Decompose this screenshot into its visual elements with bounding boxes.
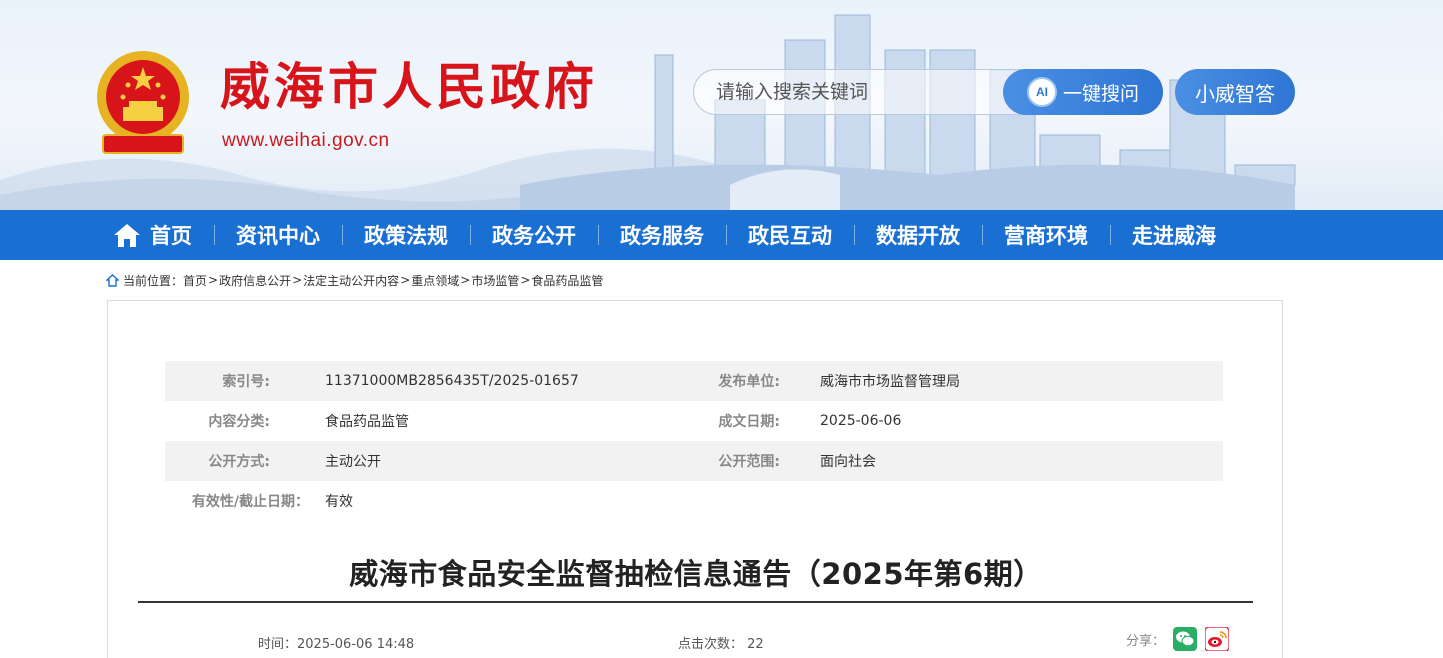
metadata-row: 内容分类: 食品药品监管 成文日期: 2025-06-06 bbox=[165, 401, 1223, 441]
main-nav: 首页 资讯中心 政策法规 政务公开 政务服务 政民互动 数据开放 营商环境 走进… bbox=[0, 210, 1443, 260]
publisher-value: 威海市市场监督管理局 bbox=[820, 374, 960, 390]
national-emblem-icon bbox=[97, 51, 189, 154]
metadata-row: 有效性/截止日期： 有效 bbox=[165, 481, 1223, 521]
validity-value: 有效 bbox=[325, 494, 353, 510]
nav-item-open-data[interactable]: 数据开放 bbox=[854, 210, 982, 260]
index-value: 11371000MB2856435T/2025-01657 bbox=[325, 373, 579, 389]
breadcrumb-item[interactable]: 首页 bbox=[183, 272, 207, 289]
ai-search-button-label: 一键搜问 bbox=[1062, 82, 1139, 105]
ai-search-button[interactable]: AI 一键搜问 bbox=[1003, 69, 1163, 115]
scope-label: 公开范围: bbox=[718, 454, 780, 470]
metadata-row: 索引号: 11371000MB2856435T/2025-01657 发布单位:… bbox=[165, 361, 1223, 401]
nav-item-public-affairs[interactable]: 政务公开 bbox=[470, 210, 598, 260]
breadcrumb-item[interactable]: 食品药品监管 bbox=[531, 272, 603, 289]
time-label: 时间： bbox=[258, 637, 298, 652]
breadcrumb-item[interactable]: 重点领域 bbox=[411, 272, 459, 289]
search-input[interactable] bbox=[716, 70, 996, 114]
breadcrumb-separator: > bbox=[208, 273, 219, 287]
publish-time: 时间：2025-06-06 14:48 bbox=[258, 633, 414, 652]
nav-item-label: 首页 bbox=[150, 224, 192, 248]
validity-label: 有效性/截止日期： bbox=[191, 494, 309, 510]
breadcrumb-separator: > bbox=[400, 273, 411, 287]
nav-item-home[interactable]: 首页 bbox=[112, 210, 214, 260]
nav-item-services[interactable]: 政务服务 bbox=[598, 210, 726, 260]
breadcrumb: 当前位置： 首页 > 政府信息公开 > 法定主动公开内容 > 重点领域 > 市场… bbox=[106, 271, 603, 289]
article-title: 威海市食品安全监督抽检信息通告（2025年第6期） bbox=[349, 557, 1043, 591]
clicks-value: 22 bbox=[747, 637, 764, 652]
wechat-icon[interactable] bbox=[1173, 627, 1198, 651]
category-label: 内容分类: bbox=[208, 414, 270, 430]
publisher-label: 发布单位: bbox=[718, 374, 780, 390]
nav-item-business[interactable]: 营商环境 bbox=[982, 210, 1110, 260]
weibo-icon[interactable] bbox=[1205, 627, 1230, 651]
ai-icon: AI bbox=[1026, 77, 1057, 107]
nav-item-interaction[interactable]: 政民互动 bbox=[726, 210, 854, 260]
breadcrumb-item[interactable]: 市场监管 bbox=[471, 272, 519, 289]
breadcrumb-prefix: 当前位置： bbox=[123, 273, 184, 288]
search-box: AI 一键搜问 bbox=[693, 69, 1163, 115]
click-count: 点击次数： 22 bbox=[678, 633, 764, 652]
share-bar: 分享： bbox=[1126, 627, 1230, 651]
time-value: 2025-06-06 14:48 bbox=[297, 637, 415, 652]
category-value: 食品药品监管 bbox=[325, 414, 409, 430]
breadcrumb-item[interactable]: 法定主动公开内容 bbox=[303, 272, 399, 289]
assistant-button[interactable]: 小威智答 bbox=[1175, 69, 1295, 115]
location-home-icon bbox=[106, 273, 119, 287]
scope-value: 面向社会 bbox=[820, 454, 876, 470]
nav-item-news[interactable]: 资讯中心 bbox=[214, 210, 342, 260]
disclosure-label: 公开方式: bbox=[208, 454, 270, 470]
share-label: 分享： bbox=[1126, 633, 1166, 649]
home-icon bbox=[114, 224, 140, 247]
site-url[interactable]: www.weihai.gov.cn bbox=[222, 130, 390, 152]
date-value: 2025-06-06 bbox=[820, 413, 902, 429]
disclosure-value: 主动公开 bbox=[325, 454, 381, 470]
nav-item-policy[interactable]: 政策法规 bbox=[342, 210, 470, 260]
metadata-row: 公开方式: 主动公开 公开范围: 面向社会 bbox=[165, 441, 1223, 481]
index-label: 索引号: bbox=[222, 374, 270, 390]
breadcrumb-separator: > bbox=[520, 273, 531, 287]
breadcrumb-item[interactable]: 政府信息公开 bbox=[219, 272, 291, 289]
metadata-table: 索引号: 11371000MB2856435T/2025-01657 发布单位:… bbox=[165, 361, 1223, 521]
breadcrumb-separator: > bbox=[460, 273, 471, 287]
title-divider bbox=[138, 601, 1253, 603]
site-title: 威海市人民政府 bbox=[220, 57, 598, 116]
nav-item-about-weihai[interactable]: 走进威海 bbox=[1110, 210, 1238, 260]
clicks-label: 点击次数： bbox=[678, 637, 744, 652]
site-header: 威海市人民政府 www.weihai.gov.cn AI 一键搜问 小威智答 bbox=[0, 0, 1443, 210]
breadcrumb-separator: > bbox=[292, 273, 303, 287]
date-label: 成文日期: bbox=[718, 414, 780, 430]
article-card: 索引号: 11371000MB2856435T/2025-01657 发布单位:… bbox=[107, 300, 1283, 658]
